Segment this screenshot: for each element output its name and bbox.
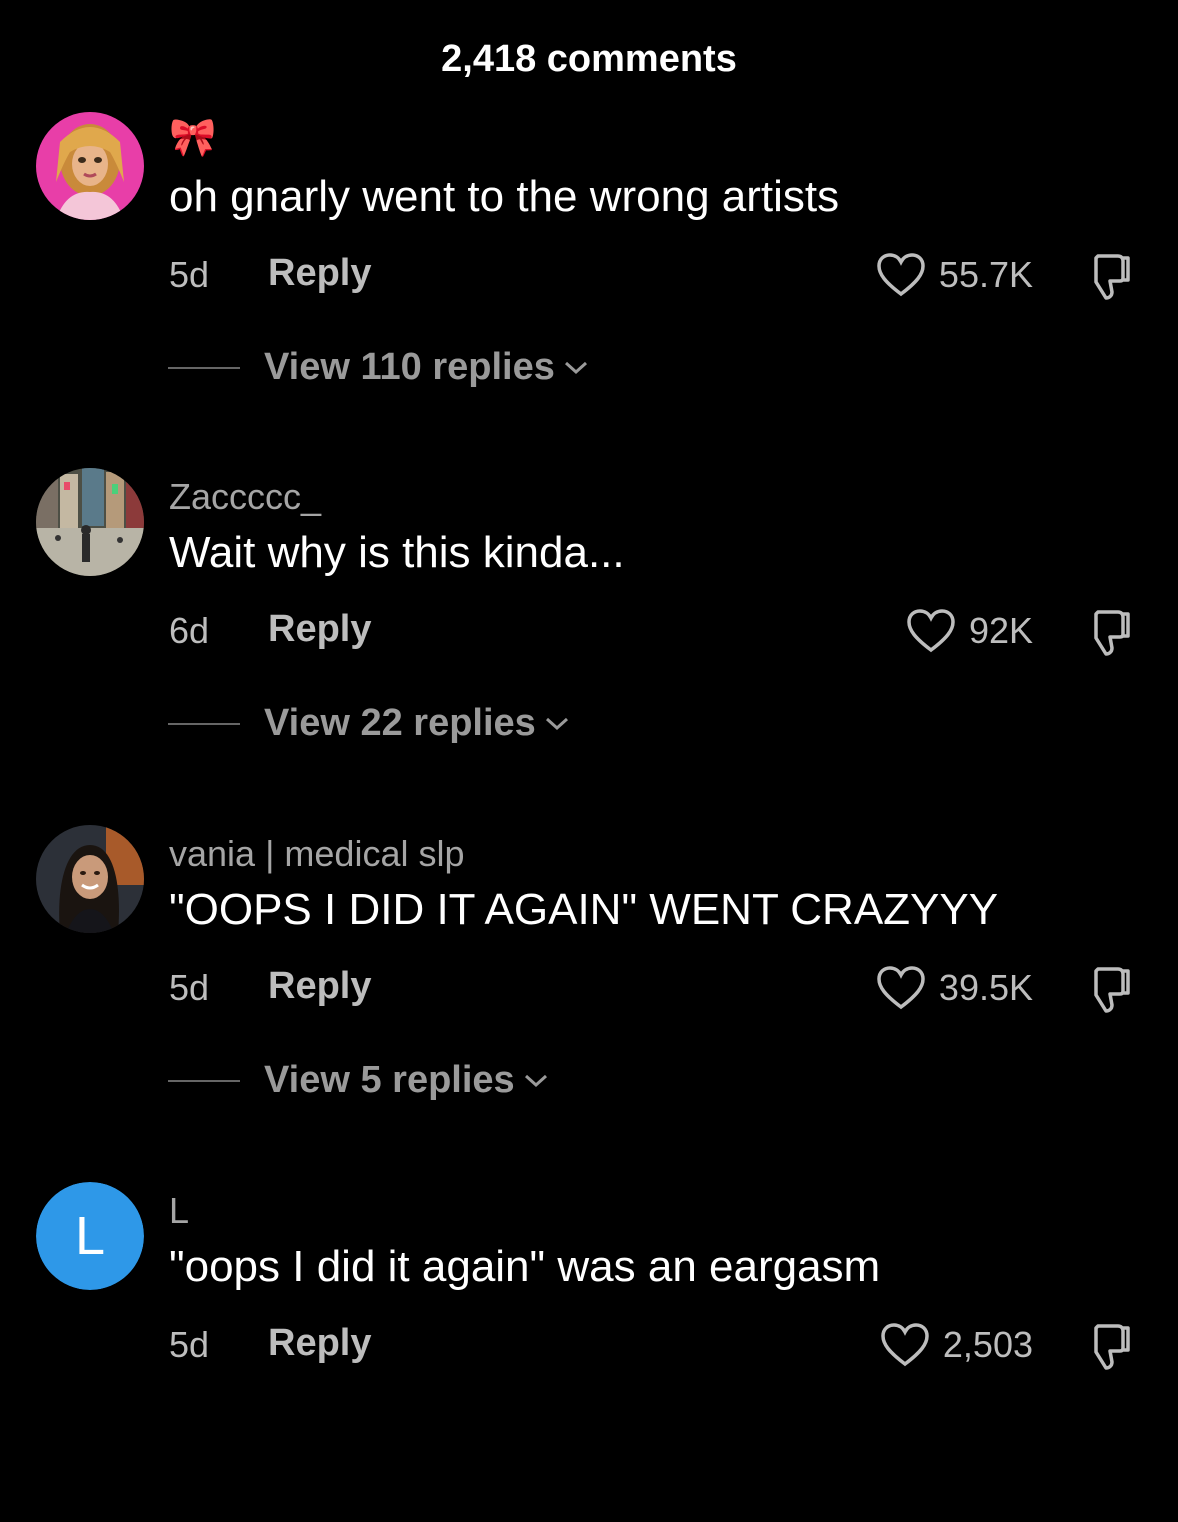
view-replies-button[interactable]: View 22 replies: [168, 702, 570, 745]
like-button[interactable]: 2,503: [879, 1320, 1033, 1370]
chevron-down-icon: [563, 360, 589, 376]
page-title: 2,418 comments: [441, 38, 737, 80]
comment-text: "OOPS I DID IT AGAIN" WENT CRAZYYY: [169, 885, 999, 934]
reply-button[interactable]: Reply: [268, 965, 371, 1008]
comment-username[interactable]: vania | medical slp: [169, 833, 465, 875]
heart-icon: [905, 608, 957, 654]
heart-icon: [875, 965, 927, 1011]
like-count: 55.7K: [938, 254, 1033, 295]
view-replies-label: View 110 replies: [264, 346, 555, 388]
comment-text: "oops I did it again" was an eargasm: [169, 1242, 881, 1291]
comment-username[interactable]: L: [169, 1190, 189, 1232]
comment-item: Zaccccc_ Wait why is this kinda... 6d Re…: [0, 468, 1178, 808]
reply-button[interactable]: Reply: [268, 608, 371, 651]
view-replies-label: View 22 replies: [264, 702, 536, 744]
like-button[interactable]: 55.7K: [875, 250, 1033, 300]
like-count: 2,503: [942, 1324, 1033, 1365]
avatar[interactable]: [36, 825, 144, 933]
comment-timestamp: 6d: [169, 610, 210, 651]
comment-text: oh gnarly went to the wrong artists: [169, 172, 840, 221]
avatar[interactable]: [36, 112, 144, 220]
avatar[interactable]: L: [36, 1182, 144, 1290]
chevron-down-icon: [544, 716, 570, 732]
comment-item: 🎀 oh gnarly went to the wrong artists 5d…: [0, 112, 1178, 452]
dislike-icon[interactable]: [1080, 252, 1132, 302]
dislike-icon[interactable]: [1080, 1322, 1132, 1372]
like-count: 39.5K: [938, 967, 1033, 1008]
divider: [168, 366, 240, 369]
heart-icon: [879, 1322, 931, 1368]
divider: [168, 1079, 240, 1082]
heart-icon: [875, 252, 927, 298]
comment-username[interactable]: 🎀: [169, 116, 216, 160]
letter-avatar: L: [36, 1182, 144, 1290]
avatar[interactable]: [36, 468, 144, 576]
doll-avatar-icon: [36, 112, 144, 220]
comment-actions: 5d Reply 2,503: [0, 1320, 1178, 1370]
chevron-down-icon: [523, 1073, 549, 1089]
comment-item: vania | medical slp "OOPS I DID IT AGAIN…: [0, 825, 1178, 1165]
person-avatar-icon: [36, 825, 144, 933]
view-replies-button[interactable]: View 5 replies: [168, 1059, 549, 1102]
comment-username[interactable]: Zaccccc_: [169, 476, 321, 518]
comment-item: L L "oops I did it again" was an eargasm…: [0, 1182, 1178, 1522]
divider: [168, 722, 240, 725]
comment-actions: 6d Reply 92K: [0, 606, 1178, 656]
comment-text: Wait why is this kinda...: [169, 528, 625, 577]
like-button[interactable]: 39.5K: [875, 963, 1033, 1013]
reply-button[interactable]: Reply: [268, 1322, 371, 1365]
view-replies-label: View 5 replies: [264, 1059, 515, 1101]
like-count: 92K: [968, 610, 1033, 651]
like-button[interactable]: 92K: [905, 606, 1033, 656]
view-replies-button[interactable]: View 110 replies: [168, 346, 589, 389]
dislike-icon[interactable]: [1080, 608, 1132, 658]
comment-timestamp: 5d: [169, 1324, 210, 1365]
comment-actions: 5d Reply 55.7K: [0, 250, 1178, 300]
comment-actions: 5d Reply 39.5K: [0, 963, 1178, 1013]
comment-timestamp: 5d: [169, 967, 210, 1008]
comment-timestamp: 5d: [169, 254, 210, 295]
reply-button[interactable]: Reply: [268, 252, 371, 295]
dislike-icon[interactable]: [1080, 965, 1132, 1015]
city-street-avatar-icon: [36, 468, 144, 576]
